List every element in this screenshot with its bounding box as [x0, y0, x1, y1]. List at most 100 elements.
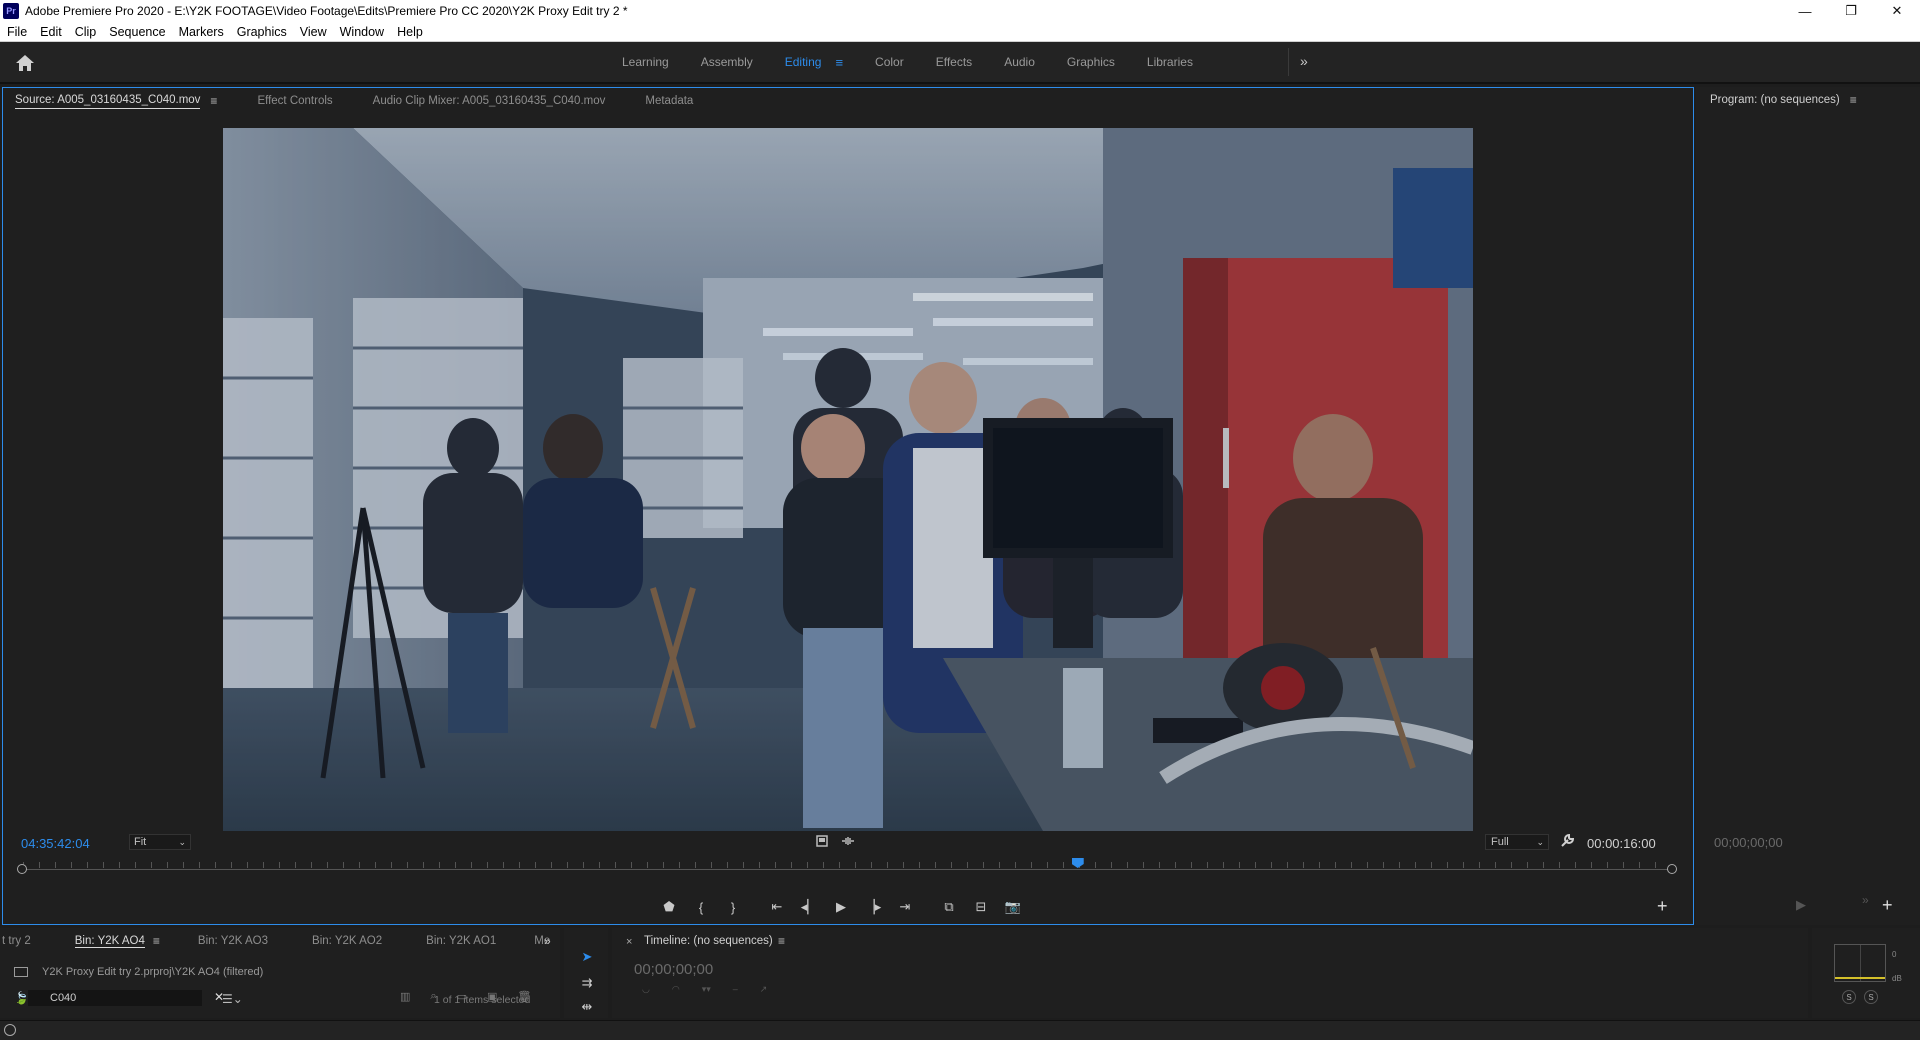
- meter-zero-label: 0: [1892, 950, 1897, 959]
- solo-left-button[interactable]: S: [1842, 990, 1856, 1004]
- timeline-timecode[interactable]: 00;00;00;00: [634, 961, 713, 978]
- menu-edit[interactable]: Edit: [33, 25, 68, 39]
- status-icon[interactable]: [4, 1024, 16, 1036]
- playback-resolution-select[interactable]: Full ⌄: [1485, 834, 1549, 850]
- source-playhead-timecode[interactable]: 04:35:42:04: [21, 836, 90, 851]
- step-back-icon[interactable]: ◂▏: [793, 896, 825, 918]
- source-time-ruler[interactable]: [17, 858, 1677, 876]
- workspace-tab-editing[interactable]: Editing ≡: [769, 55, 859, 70]
- tab-program[interactable]: Program: (no sequences) ≡: [1696, 87, 1869, 113]
- home-icon[interactable]: [14, 53, 36, 73]
- items-selected-count: 1 of 1 items selected: [434, 994, 531, 1006]
- tab-audio-clip-mixer[interactable]: Audio Clip Mixer: A005_03160435_C040.mov: [361, 88, 618, 114]
- workspace-tab-libraries[interactable]: Libraries: [1131, 55, 1209, 69]
- chevron-down-icon: ⌄: [178, 837, 186, 847]
- linked-selection-icon[interactable]: ◠: [672, 984, 680, 995]
- workspace-overflow-icon[interactable]: »: [1300, 53, 1308, 69]
- play-icon[interactable]: ▶: [825, 896, 857, 918]
- list-view-icon[interactable]: ▥: [400, 990, 410, 1003]
- meter-level: [1835, 977, 1885, 979]
- tab-source[interactable]: Source: A005_03160435_C040.mov ≡: [3, 88, 229, 114]
- tab-bin-y2k-ao2[interactable]: Bin: Y2K AO2: [302, 935, 392, 947]
- in-point-handle[interactable]: [17, 864, 27, 874]
- add-marker-timeline-icon[interactable]: ▾▾: [702, 984, 711, 995]
- solo-right-button[interactable]: S: [1864, 990, 1878, 1004]
- program-button-editor-add-icon[interactable]: +: [1882, 895, 1893, 916]
- out-point-handle[interactable]: [1667, 864, 1677, 874]
- menu-file[interactable]: File: [0, 25, 33, 39]
- menu-help[interactable]: Help: [390, 25, 429, 39]
- ruler-line: [23, 869, 1671, 870]
- go-to-in-icon[interactable]: ⇤: [761, 896, 793, 918]
- workspace-tab-effects[interactable]: Effects: [920, 55, 988, 69]
- tab-bin-y2k-ao3[interactable]: Bin: Y2K AO3: [188, 935, 278, 947]
- tab-project[interactable]: t try 2: [0, 935, 41, 947]
- meter-db-label: dB: [1892, 974, 1902, 983]
- workspace-tab-color[interactable]: Color: [859, 55, 920, 69]
- go-to-out-icon[interactable]: ⇥: [889, 896, 921, 918]
- timeline-panel: × Timeline: (no sequences) ≡ 00;00;00;00…: [612, 928, 1808, 1018]
- wrench-icon[interactable]: [1559, 833, 1575, 849]
- workspace-tab-editing-label: Editing: [784, 55, 822, 69]
- source-zoom-select[interactable]: Fit ⌄: [129, 834, 191, 850]
- bin-search-input[interactable]: [28, 990, 202, 1006]
- program-play-icon[interactable]: ▶: [1796, 897, 1806, 913]
- status-bar: [0, 1020, 1920, 1040]
- tab-metadata[interactable]: Metadata: [633, 88, 705, 114]
- tools-panel: ➤ ⇉ ⇹: [564, 928, 608, 1018]
- insert-icon[interactable]: ⧉: [933, 896, 965, 918]
- menu-graphics[interactable]: Graphics: [230, 25, 293, 39]
- timeline-settings-icon[interactable]: –: [733, 984, 738, 995]
- close-window-button[interactable]: ✕: [1874, 0, 1920, 22]
- selection-tool-icon[interactable]: ➤: [578, 948, 596, 966]
- drag-video-only-icon[interactable]: [815, 834, 829, 848]
- workspace-tab-audio[interactable]: Audio: [988, 55, 1051, 69]
- program-monitor-panel: Program: (no sequences) ≡ 00;00;00;00 ▶ …: [1696, 87, 1920, 925]
- step-forward-icon[interactable]: ▕▸: [857, 896, 889, 918]
- minimize-button[interactable]: —: [1782, 0, 1828, 22]
- ripple-edit-tool-icon[interactable]: ⇹: [578, 998, 596, 1016]
- bin-view-options-icon[interactable]: ☰⌄: [222, 992, 243, 1006]
- button-editor-add-icon[interactable]: +: [1657, 896, 1668, 917]
- overwrite-icon[interactable]: ⊟: [965, 896, 997, 918]
- source-duration: 00:00:16:00: [1587, 836, 1656, 851]
- source-video-frame[interactable]: [223, 128, 1473, 831]
- menu-clip[interactable]: Clip: [68, 25, 103, 39]
- bin-menu-icon[interactable]: ≡: [153, 934, 160, 948]
- restore-button[interactable]: ❐: [1828, 0, 1874, 22]
- wrench-timeline-icon[interactable]: ↗: [760, 984, 768, 995]
- program-timecode[interactable]: 00;00;00;00: [1714, 835, 1783, 850]
- mark-in-icon[interactable]: {: [685, 896, 717, 918]
- timeline-menu-icon[interactable]: ≡: [778, 934, 785, 948]
- menu-sequence[interactable]: Sequence: [102, 25, 171, 39]
- tab-effect-controls[interactable]: Effect Controls: [245, 88, 344, 114]
- snap-icon[interactable]: ◡: [642, 984, 650, 995]
- folder-icon: [14, 967, 28, 977]
- program-panel-menu-icon[interactable]: ≡: [1850, 93, 1857, 107]
- transport-controls: ⬟ { } ⇤ ◂▏ ▶ ▕▸ ⇥ ⧉ ⊟ 📷: [653, 896, 1029, 918]
- project-bin-panel: t try 2 Bin: Y2K AO4 ≡ Bin: Y2K AO3 Bin:…: [0, 928, 560, 1018]
- timeline-toolbar: ◡ ◠ ▾▾ – ↗: [642, 984, 767, 995]
- menu-view[interactable]: View: [293, 25, 333, 39]
- tab-media-browser[interactable]: Me: [524, 935, 560, 947]
- drag-audio-only-icon[interactable]: [841, 834, 855, 848]
- bin-tabs-overflow-icon[interactable]: »: [544, 934, 551, 948]
- source-panel-menu-icon[interactable]: ≡: [210, 94, 217, 108]
- menu-window[interactable]: Window: [333, 25, 390, 39]
- workspace-menu-icon[interactable]: ≡: [835, 55, 843, 70]
- workspace-tab-assembly[interactable]: Assembly: [685, 55, 769, 69]
- workspace-tab-graphics[interactable]: Graphics: [1051, 55, 1131, 69]
- tab-bin-y2k-ao1[interactable]: Bin: Y2K AO1: [416, 935, 506, 947]
- source-monitor-panel: Source: A005_03160435_C040.mov ≡ Effect …: [2, 87, 1694, 925]
- add-marker-icon[interactable]: ⬟: [653, 896, 685, 918]
- program-overflow-icon[interactable]: »: [1862, 893, 1869, 907]
- workspace-divider: [1288, 48, 1289, 76]
- close-timeline-icon[interactable]: ×: [626, 936, 632, 948]
- export-frame-camera-icon[interactable]: 📷: [997, 896, 1029, 918]
- workspace-tab-learning[interactable]: Learning: [606, 55, 685, 69]
- menu-markers[interactable]: Markers: [172, 25, 230, 39]
- tab-bin-y2k-ao4[interactable]: Bin: Y2K AO4 ≡: [65, 934, 170, 948]
- track-select-tool-icon[interactable]: ⇉: [578, 974, 596, 992]
- menu-bar: File Edit Clip Sequence Markers Graphics…: [0, 22, 1920, 42]
- mark-out-icon[interactable]: }: [717, 896, 749, 918]
